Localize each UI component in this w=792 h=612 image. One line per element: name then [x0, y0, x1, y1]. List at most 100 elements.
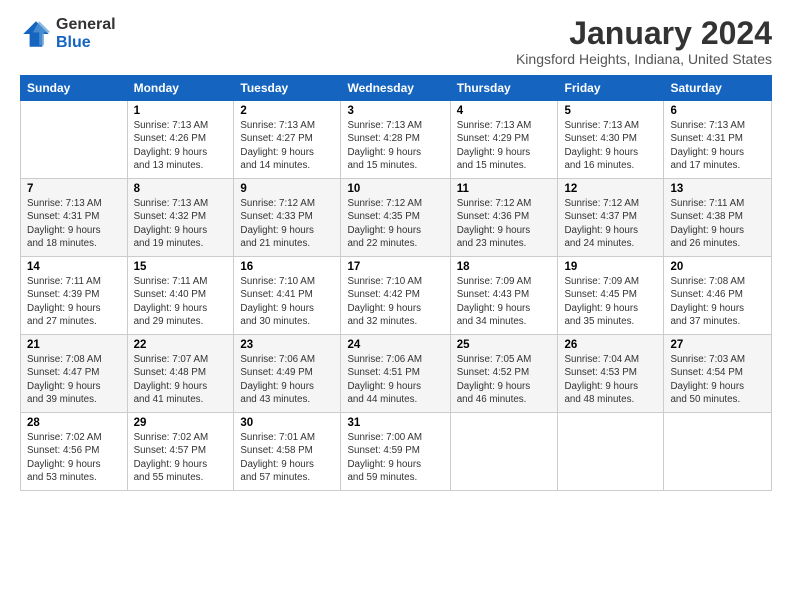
title-block: January 2024 Kingsford Heights, Indiana,… [516, 16, 772, 67]
day-info: Sunrise: 7:11 AMSunset: 4:38 PMDaylight:… [670, 197, 765, 250]
day-number: 26 [564, 339, 657, 351]
calendar-cell: 19 Sunrise: 7:09 AMSunset: 4:45 PMDayligh… [558, 257, 664, 335]
day-number: 31 [347, 417, 443, 429]
day-info: Sunrise: 7:00 AMSunset: 4:59 PMDaylight:… [347, 431, 443, 484]
weekday-header: Saturday [664, 76, 772, 101]
day-number: 8 [134, 183, 228, 195]
calendar-cell: 14 Sunrise: 7:11 AMSunset: 4:39 PMDayligh… [21, 257, 128, 335]
calendar-cell: 30 Sunrise: 7:01 AMSunset: 4:58 PMDayligh… [234, 413, 341, 491]
day-number: 2 [240, 105, 334, 117]
calendar-week-row: 14 Sunrise: 7:11 AMSunset: 4:39 PMDayligh… [21, 257, 772, 335]
day-info: Sunrise: 7:13 AMSunset: 4:31 PMDaylight:… [670, 119, 765, 172]
day-number: 6 [670, 105, 765, 117]
day-number: 25 [457, 339, 552, 351]
calendar-cell: 3 Sunrise: 7:13 AMSunset: 4:28 PMDaylight… [341, 101, 450, 179]
day-info: Sunrise: 7:04 AMSunset: 4:53 PMDaylight:… [564, 353, 657, 406]
calendar-cell: 12 Sunrise: 7:12 AMSunset: 4:37 PMDayligh… [558, 179, 664, 257]
calendar-cell: 23Sunrise: 7:06 AMSunset: 4:49 PMDayligh… [234, 335, 341, 413]
logo: General Blue [20, 16, 116, 53]
calendar-cell: 16 Sunrise: 7:10 AMSunset: 4:41 PMDayligh… [234, 257, 341, 335]
day-info: Sunrise: 7:11 AMSunset: 4:39 PMDaylight:… [27, 275, 121, 328]
day-info: Sunrise: 7:12 AMSunset: 4:35 PMDaylight:… [347, 197, 443, 250]
logo-text: General Blue [56, 16, 116, 53]
day-number: 3 [347, 105, 443, 117]
day-info: Sunrise: 7:01 AMSunset: 4:58 PMDaylight:… [240, 431, 334, 484]
day-number: 29 [134, 417, 228, 429]
page: General Blue January 2024 Kingsford Heig… [0, 0, 792, 612]
calendar-cell: 27 Sunrise: 7:03 AMSunset: 4:54 PMDayligh… [664, 335, 772, 413]
calendar-cell: 7 Sunrise: 7:13 AMSunset: 4:31 PMDaylight… [21, 179, 128, 257]
day-number: 9 [240, 183, 334, 195]
calendar-cell [664, 413, 772, 491]
calendar-cell: 24 Sunrise: 7:06 AMSunset: 4:51 PMDayligh… [341, 335, 450, 413]
calendar-cell: 22 Sunrise: 7:07 AMSunset: 4:48 PMDayligh… [127, 335, 234, 413]
calendar-cell: 4Sunrise: 7:13 AMSunset: 4:29 PMDaylight… [450, 101, 558, 179]
day-info: Sunrise: 7:13 AMSunset: 4:30 PMDaylight:… [564, 119, 657, 172]
calendar-cell: 9 Sunrise: 7:12 AMSunset: 4:33 PMDaylight… [234, 179, 341, 257]
day-number: 28 [27, 417, 121, 429]
calendar-cell: 15 Sunrise: 7:11 AMSunset: 4:40 PMDayligh… [127, 257, 234, 335]
day-number: 5 [564, 105, 657, 117]
weekday-header: Monday [127, 76, 234, 101]
calendar-cell: 20Sunrise: 7:08 AMSunset: 4:46 PMDayligh… [664, 257, 772, 335]
calendar-cell [450, 413, 558, 491]
weekday-header: Sunday [21, 76, 128, 101]
day-number: 19 [564, 261, 657, 273]
calendar-week-row: 1 Sunrise: 7:13 AMSunset: 4:26 PMDaylight… [21, 101, 772, 179]
weekday-header: Friday [558, 76, 664, 101]
day-info: Sunrise: 7:05 AMSunset: 4:52 PMDaylight:… [457, 353, 552, 406]
day-info: Sunrise: 7:13 AMSunset: 4:26 PMDaylight:… [134, 119, 228, 172]
weekday-header: Tuesday [234, 76, 341, 101]
calendar-cell [558, 413, 664, 491]
day-info: Sunrise: 7:13 AMSunset: 4:28 PMDaylight:… [347, 119, 443, 172]
day-info: Sunrise: 7:09 AMSunset: 4:45 PMDaylight:… [564, 275, 657, 328]
weekday-header-row: SundayMondayTuesdayWednesdayThursdayFrid… [21, 76, 772, 101]
day-number: 17 [347, 261, 443, 273]
day-info: Sunrise: 7:08 AMSunset: 4:47 PMDaylight:… [27, 353, 121, 406]
day-info: Sunrise: 7:10 AMSunset: 4:41 PMDaylight:… [240, 275, 334, 328]
day-number: 21 [27, 339, 121, 351]
day-number: 14 [27, 261, 121, 273]
day-info: Sunrise: 7:03 AMSunset: 4:54 PMDaylight:… [670, 353, 765, 406]
day-info: Sunrise: 7:08 AMSunset: 4:46 PMDaylight:… [670, 275, 765, 328]
day-info: Sunrise: 7:07 AMSunset: 4:48 PMDaylight:… [134, 353, 228, 406]
subtitle: Kingsford Heights, Indiana, United State… [516, 51, 772, 67]
calendar-cell: 17Sunrise: 7:10 AMSunset: 4:42 PMDayligh… [341, 257, 450, 335]
day-info: Sunrise: 7:13 AMSunset: 4:31 PMDaylight:… [27, 197, 121, 250]
day-number: 12 [564, 183, 657, 195]
calendar-cell: 10 Sunrise: 7:12 AMSunset: 4:35 PMDayligh… [341, 179, 450, 257]
day-number: 10 [347, 183, 443, 195]
calendar-cell: 26 Sunrise: 7:04 AMSunset: 4:53 PMDayligh… [558, 335, 664, 413]
day-info: Sunrise: 7:06 AMSunset: 4:51 PMDaylight:… [347, 353, 443, 406]
day-number: 7 [27, 183, 121, 195]
day-number: 22 [134, 339, 228, 351]
day-number: 16 [240, 261, 334, 273]
calendar-week-row: 7 Sunrise: 7:13 AMSunset: 4:31 PMDaylight… [21, 179, 772, 257]
day-info: Sunrise: 7:13 AMSunset: 4:27 PMDaylight:… [240, 119, 334, 172]
day-info: Sunrise: 7:12 AMSunset: 4:36 PMDaylight:… [457, 197, 552, 250]
calendar-week-row: 28 Sunrise: 7:02 AMSunset: 4:56 PMDayligh… [21, 413, 772, 491]
weekday-header: Wednesday [341, 76, 450, 101]
calendar-cell: 29Sunrise: 7:02 AMSunset: 4:57 PMDayligh… [127, 413, 234, 491]
calendar-cell: 31 Sunrise: 7:00 AMSunset: 4:59 PMDayligh… [341, 413, 450, 491]
calendar-cell: 25 Sunrise: 7:05 AMSunset: 4:52 PMDayligh… [450, 335, 558, 413]
day-number: 30 [240, 417, 334, 429]
day-number: 18 [457, 261, 552, 273]
day-number: 24 [347, 339, 443, 351]
logo-icon [20, 18, 52, 50]
day-number: 15 [134, 261, 228, 273]
calendar-cell: 28 Sunrise: 7:02 AMSunset: 4:56 PMDayligh… [21, 413, 128, 491]
main-title: January 2024 [516, 16, 772, 51]
calendar-cell [21, 101, 128, 179]
calendar-cell: 13Sunrise: 7:11 AMSunset: 4:38 PMDayligh… [664, 179, 772, 257]
day-info: Sunrise: 7:12 AMSunset: 4:37 PMDaylight:… [564, 197, 657, 250]
day-number: 27 [670, 339, 765, 351]
calendar-week-row: 21 Sunrise: 7:08 AMSunset: 4:47 PMDayligh… [21, 335, 772, 413]
day-info: Sunrise: 7:11 AMSunset: 4:40 PMDaylight:… [134, 275, 228, 328]
day-info: Sunrise: 7:12 AMSunset: 4:33 PMDaylight:… [240, 197, 334, 250]
day-info: Sunrise: 7:02 AMSunset: 4:56 PMDaylight:… [27, 431, 121, 484]
day-number: 1 [134, 105, 228, 117]
day-info: Sunrise: 7:09 AMSunset: 4:43 PMDaylight:… [457, 275, 552, 328]
calendar-cell: 1 Sunrise: 7:13 AMSunset: 4:26 PMDaylight… [127, 101, 234, 179]
calendar-cell: 21 Sunrise: 7:08 AMSunset: 4:47 PMDayligh… [21, 335, 128, 413]
